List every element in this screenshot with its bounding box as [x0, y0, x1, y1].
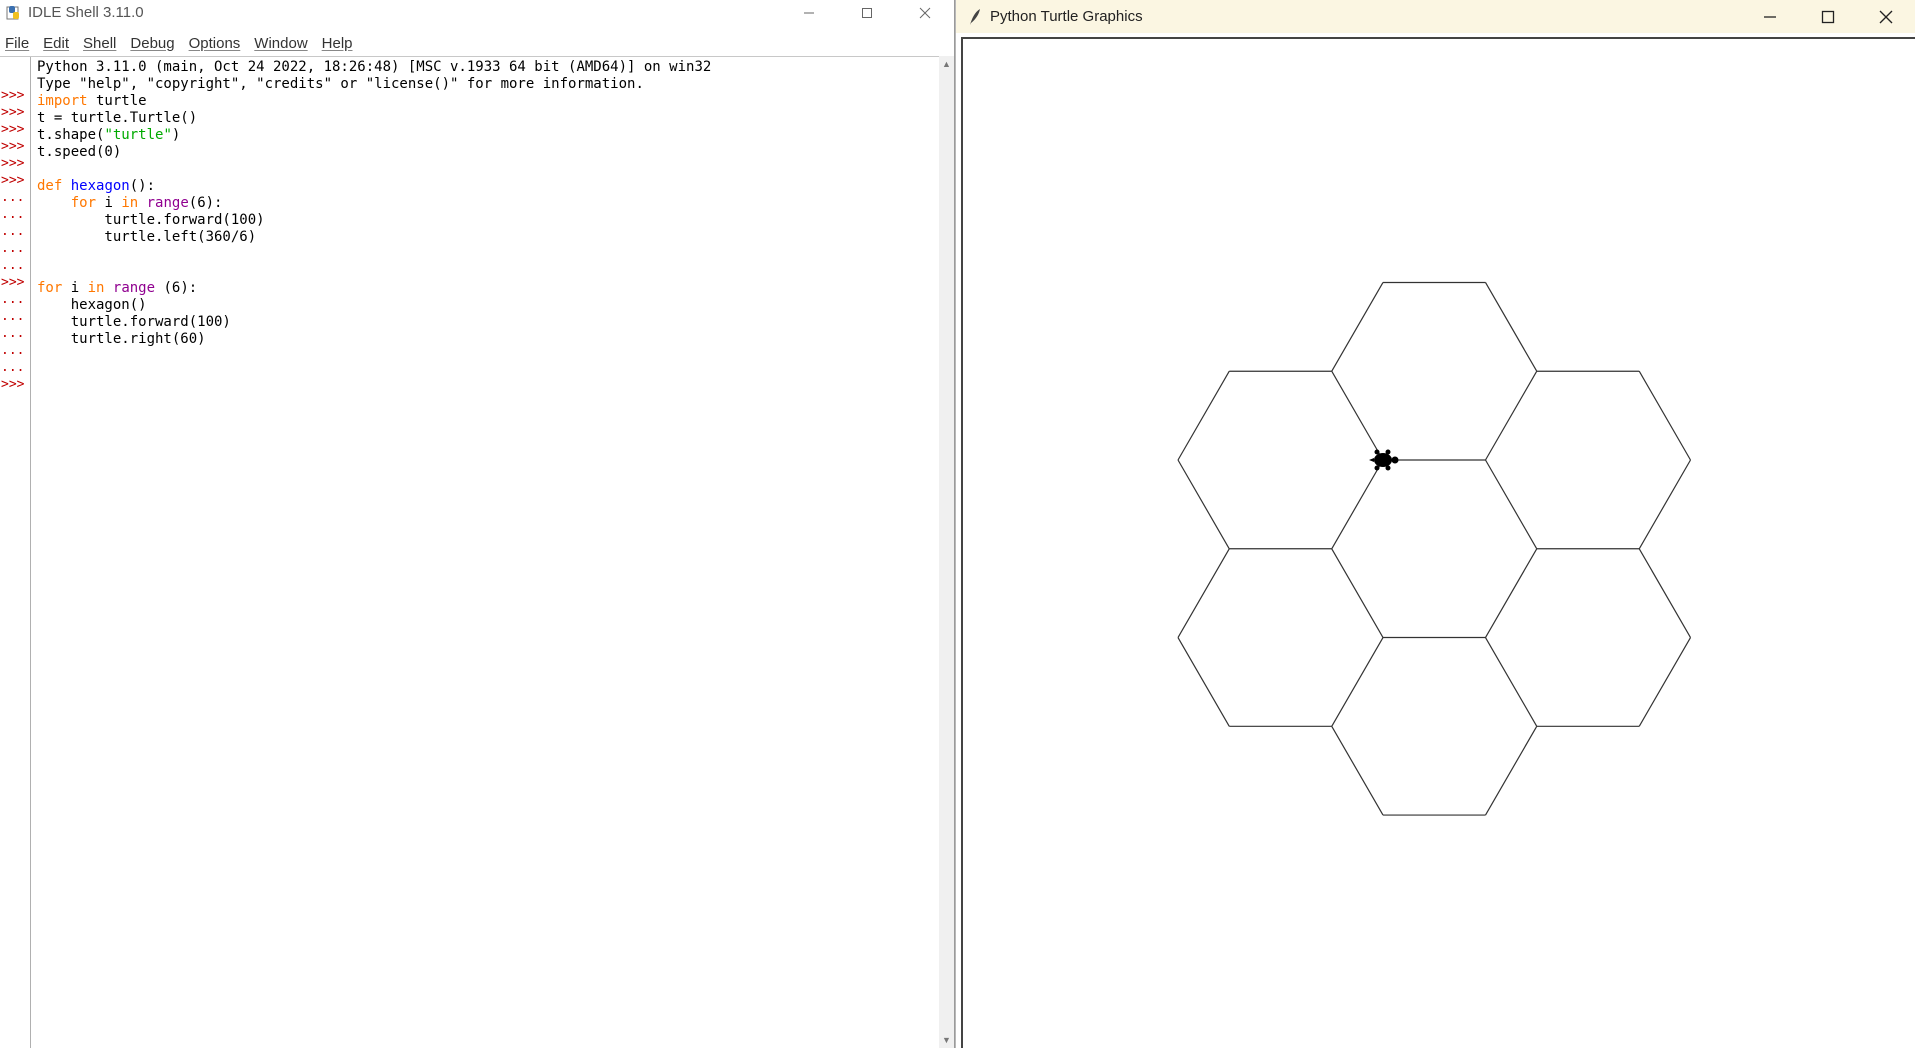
menu-debug[interactable]: Debug: [123, 35, 181, 52]
hexagon-edge: [1638, 370, 1692, 461]
prompt: >>>: [1, 122, 25, 137]
code-line: def hexagon():: [37, 178, 156, 194]
prompt: ...: [1, 326, 25, 341]
prompt: >>>: [1, 139, 25, 154]
hexagon-edge: [1177, 548, 1230, 638]
hexagon-edge: [1177, 370, 1230, 461]
prompt: ...: [1, 241, 25, 256]
minimize-button[interactable]: [1741, 0, 1799, 33]
scroll-up-icon[interactable]: ▲: [939, 56, 954, 72]
turtle-window-title: Python Turtle Graphics: [990, 8, 1143, 25]
maximize-icon: [1821, 10, 1835, 23]
vertical-scrollbar[interactable]: ▲ ▼: [939, 56, 954, 1048]
close-button[interactable]: [1857, 0, 1915, 33]
code-line: Type "help", "copyright", "credits" or "…: [37, 76, 644, 92]
minimize-icon: [804, 12, 814, 13]
scroll-down-icon[interactable]: ▼: [939, 1032, 954, 1048]
turtle-cursor-icon: [1369, 449, 1399, 471]
hexagon-edge: [1331, 459, 1384, 550]
prompt: ...: [1, 258, 25, 273]
hexagon-edge: [1484, 637, 1538, 727]
hexagon-edge: [1177, 459, 1230, 550]
menu-help[interactable]: Help: [315, 35, 360, 52]
menu-options[interactable]: Options: [182, 35, 248, 52]
code-line: turtle.left(360/6): [37, 229, 257, 245]
prompt: ...: [1, 207, 25, 222]
menu-edit[interactable]: Edit: [36, 35, 76, 52]
menu-window[interactable]: Window: [247, 35, 314, 52]
code-line: for i in range(6):: [70, 195, 223, 211]
idle-shell-window: IDLE Shell 3.11.0 File Edit Shell Debug …: [0, 0, 955, 1048]
code-line: import turtle: [37, 93, 147, 109]
shell-text-area[interactable]: >>> >>> >>> >>> >>> >>> ... ... ... ... …: [0, 56, 940, 1048]
minimize-button[interactable]: [780, 0, 838, 25]
prompt: ...: [1, 224, 25, 239]
prompt: >>>: [1, 377, 25, 392]
close-icon: [919, 7, 931, 18]
python-idle-icon: [6, 5, 19, 19]
close-icon: [1879, 10, 1893, 23]
code-line: t.speed(0): [37, 144, 122, 160]
turtle-canvas[interactable]: [961, 37, 1915, 1048]
prompt: ...: [1, 309, 25, 324]
code-line: turtle.forward(100): [37, 212, 265, 228]
code-line: turtle.right(60): [37, 331, 206, 347]
menu-file[interactable]: File: [0, 35, 36, 52]
idle-titlebar[interactable]: IDLE Shell 3.11.0: [0, 0, 954, 25]
code-line: turtle.forward(100): [37, 314, 231, 330]
prompt: ...: [1, 292, 25, 307]
hexagon-drawing: [1177, 281, 1692, 816]
hexagon-edge: [1331, 282, 1384, 372]
prompt: ...: [1, 190, 25, 205]
hexagon-edge: [1177, 637, 1230, 727]
prompt-gutter: >>> >>> >>> >>> >>> >>> ... ... ... ... …: [0, 57, 31, 1048]
feather-icon: [970, 8, 980, 25]
maximize-icon: [862, 7, 872, 18]
hexagon-edge: [1331, 726, 1384, 816]
close-button[interactable]: [896, 0, 954, 25]
hexagon-edge: [1638, 459, 1692, 550]
hexagon-edge: [1484, 370, 1538, 461]
idle-menubar: File Edit Shell Debug Options Window Hel…: [0, 31, 954, 55]
turtle-graphics-window: Python Turtle Graphics: [955, 0, 1915, 1048]
hexagon-edge: [1638, 548, 1692, 638]
code-line: for i in range (6):: [37, 280, 198, 296]
hexagon-edge: [1484, 726, 1538, 816]
prompt: >>>: [1, 173, 25, 188]
turtle-titlebar[interactable]: Python Turtle Graphics: [956, 0, 1915, 33]
prompt: >>>: [1, 88, 25, 103]
hexagon-edge: [1331, 370, 1384, 461]
maximize-button[interactable]: [1799, 0, 1857, 33]
hexagon-edge: [1484, 459, 1538, 550]
prompt: ...: [1, 360, 25, 375]
hexagon-edge: [1638, 637, 1692, 727]
prompt: >>>: [1, 105, 25, 120]
maximize-button[interactable]: [838, 0, 896, 25]
prompt: ...: [1, 343, 25, 358]
prompt: >>>: [1, 156, 25, 171]
code-lines[interactable]: Python 3.11.0 (main, Oct 24 2022, 18:26:…: [37, 59, 940, 1048]
prompt: >>>: [1, 275, 25, 290]
hexagon-edge: [1331, 637, 1384, 727]
hexagon-edge: [1484, 548, 1538, 638]
idle-window-title: IDLE Shell 3.11.0: [28, 4, 144, 21]
code-line: hexagon(): [37, 297, 147, 313]
code-line: Python 3.11.0 (main, Oct 24 2022, 18:26:…: [37, 59, 712, 75]
hexagon-edge: [1331, 548, 1384, 638]
menu-shell[interactable]: Shell: [76, 35, 123, 52]
code-line: t = turtle.Turtle(): [37, 110, 198, 126]
hexagon-edge: [1484, 282, 1538, 372]
code-line: t.shape("turtle"): [37, 127, 181, 143]
minimize-icon: [1764, 15, 1776, 18]
